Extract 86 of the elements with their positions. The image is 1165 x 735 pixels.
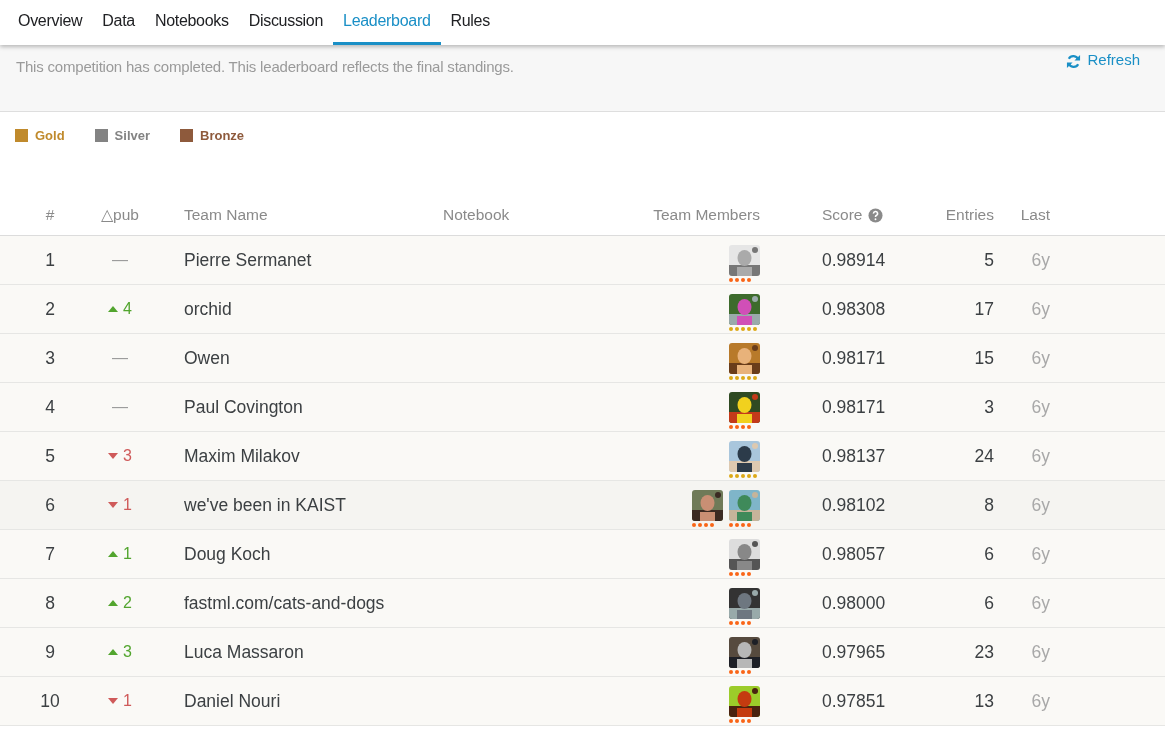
team-name[interactable]: Owen	[140, 347, 630, 369]
down-triangle-icon	[108, 453, 119, 459]
legend-label: Silver	[114, 128, 151, 143]
team-name[interactable]: Luca Massaron	[140, 641, 630, 663]
score-cell-text: 0.98171	[821, 396, 887, 418]
delta-cell: 3	[100, 643, 140, 661]
score-cell-text: 0.97851	[821, 690, 887, 712]
last-cell-text: 6y	[1030, 494, 1051, 516]
score-cell-text: 0.98102	[821, 494, 887, 516]
column-header: △pub	[101, 206, 139, 224]
rank-cell-text: 10	[39, 690, 61, 712]
column-header: #	[45, 206, 55, 224]
team-name[interactable]: Paul Covington	[140, 396, 630, 418]
down-triangle-icon	[108, 698, 119, 704]
rank-cell-text: 9	[44, 641, 56, 663]
score-cell-text: 0.98137	[821, 445, 887, 467]
entries-cell-text: 6	[983, 543, 995, 565]
last-cell-text: 6y	[1030, 249, 1051, 271]
entries-cell-text: 17	[973, 298, 995, 320]
rank-cell-text: 7	[44, 543, 56, 565]
delta-cell: 3	[100, 447, 140, 465]
entries-cell-text: 15	[973, 347, 995, 369]
column-header: Team Name	[184, 206, 268, 224]
team-name[interactable]: Maxim Milakov	[140, 445, 630, 467]
column-header: Notebook	[443, 206, 510, 224]
team-name[interactable]: fastml.com/cats-and-dogs	[140, 592, 630, 614]
entries-cell-text: 8	[983, 494, 995, 516]
score-cell-text: 0.98914	[821, 249, 887, 271]
delta-cell: 2	[100, 594, 140, 612]
nav-tab[interactable]: Overview	[8, 0, 93, 45]
team-name[interactable]: we've been in KAIST	[140, 494, 630, 516]
last-cell-text: 6y	[1030, 543, 1051, 565]
column-header: Entries	[945, 206, 994, 224]
nav-tab[interactable]: Notebooks	[144, 0, 239, 45]
score-cell-text: 0.97965	[821, 641, 887, 663]
rank-cell-text: 3	[44, 347, 56, 369]
last-cell-text: 6y	[1030, 445, 1051, 467]
last-cell-text: 6y	[1030, 690, 1051, 712]
delta-cell: 1	[100, 692, 140, 710]
refresh-icon	[1066, 54, 1082, 69]
rank-cell-text: 5	[44, 445, 56, 467]
last-cell-text: 6y	[1030, 396, 1051, 418]
up-triangle-icon	[108, 551, 119, 557]
entries-cell-text: 13	[973, 690, 995, 712]
entries-cell-text: 3	[983, 396, 995, 418]
entries-cell-text: 6	[983, 592, 995, 614]
delta-cell: 1	[100, 496, 140, 514]
up-triangle-icon	[108, 649, 119, 655]
entries-cell-text: 23	[973, 641, 995, 663]
nav-tab[interactable]: Rules	[440, 0, 500, 45]
team-name[interactable]: Doug Koch	[140, 543, 630, 565]
delta-cell-text: —	[111, 398, 129, 416]
last-cell-text: 6y	[1030, 298, 1051, 320]
nav-tab[interactable]: Discussion	[238, 0, 334, 45]
up-triangle-icon	[108, 600, 119, 606]
score-cell-text: 0.98000	[821, 592, 887, 614]
rank-cell-text: 1	[44, 249, 56, 271]
delta-cell: 4	[100, 300, 140, 318]
up-triangle-icon	[108, 306, 119, 312]
score-cell-text: 0.98171	[821, 347, 887, 369]
team-name[interactable]: Daniel Nouri	[140, 690, 630, 712]
nav-tab[interactable]: Data	[92, 0, 145, 45]
help-icon	[867, 207, 883, 223]
entries-cell-text: 24	[973, 445, 995, 467]
team-name[interactable]: orchid	[140, 298, 630, 320]
score-cell-text: 0.98308	[821, 298, 887, 320]
down-triangle-icon	[108, 502, 119, 508]
legend-label: Gold	[35, 128, 65, 143]
rank-cell-text: 4	[44, 396, 56, 418]
column-header: Last	[1020, 206, 1050, 224]
last-cell-text: 6y	[1030, 641, 1051, 663]
status-message: This competition has completed. This leaderboard reflects the final standings.	[16, 58, 514, 77]
team-name[interactable]: Pierre Sermanet	[140, 249, 630, 271]
rank-cell-text: 2	[44, 298, 56, 320]
entries-cell-text: 5	[983, 249, 995, 271]
rank-cell-text: 8	[44, 592, 56, 614]
delta-cell-text: —	[111, 349, 129, 367]
legend-label: Bronze	[200, 128, 245, 143]
column-header: Team Members	[653, 206, 760, 224]
rank-cell-text: 6	[44, 494, 56, 516]
column-header: Score	[822, 206, 863, 224]
delta-cell: 1	[100, 545, 140, 563]
last-cell-text: 6y	[1030, 592, 1051, 614]
delta-cell-text: —	[111, 251, 129, 269]
last-cell-text: 6y	[1030, 347, 1051, 369]
score-cell-text: 0.98057	[821, 543, 887, 565]
